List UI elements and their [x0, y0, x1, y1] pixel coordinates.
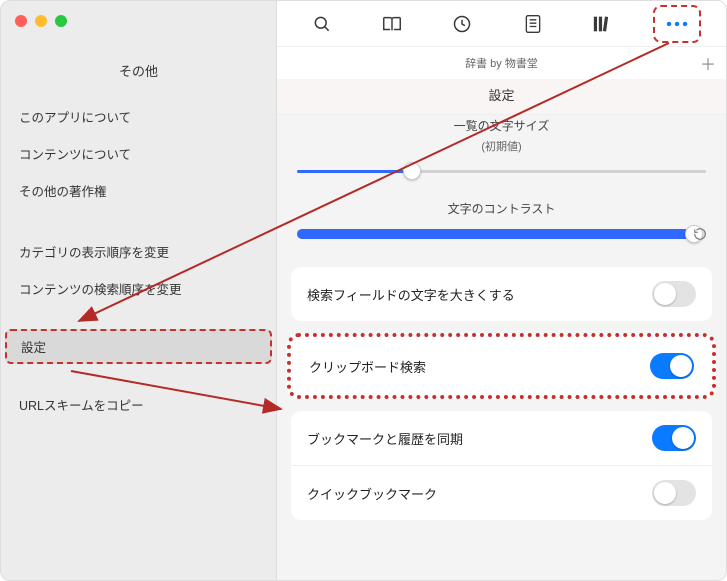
settings-scroll[interactable]: 一覧の文字サイズ (初期値) 文字のコントラスト [277, 115, 726, 580]
app-title-bar: 辞書 by 物書堂 ＋ [277, 47, 726, 79]
row-label-enlarge-search: 検索フィールドの文字を大きくする [307, 285, 515, 304]
window-controls [1, 1, 276, 47]
contrast-label: 文字のコントラスト [277, 200, 726, 217]
sidebar-item-copyright[interactable]: その他の著作権 [1, 172, 276, 209]
sidebar-item-url-scheme[interactable]: URLスキームをコピー [1, 386, 276, 423]
row-label-sync: ブックマークと履歴を同期 [307, 429, 463, 448]
card-sync: ブックマークと履歴を同期 クイックブックマーク [291, 411, 712, 520]
toolbar [277, 1, 726, 47]
app-title: 辞書 by 物書堂 [465, 58, 538, 70]
toggle-sync[interactable] [652, 425, 696, 451]
add-tab-button[interactable]: ＋ [700, 51, 716, 75]
search-icon[interactable] [302, 9, 342, 39]
note-icon[interactable] [513, 9, 553, 39]
sidebar-item-about-content[interactable]: コンテンツについて [1, 135, 276, 172]
sidebar-item-category-order[interactable]: カテゴリの表示順序を変更 [1, 233, 276, 270]
contrast-slider[interactable] [297, 227, 706, 241]
library-icon[interactable] [583, 9, 623, 39]
toggle-clipboard[interactable] [650, 353, 694, 379]
font-size-slider[interactable] [297, 164, 706, 178]
font-size-sublabel: (初期値) [277, 138, 726, 154]
sidebar-item-settings[interactable]: 設定 [5, 329, 272, 364]
zoom-window-button[interactable] [55, 15, 67, 27]
row-label-quick-bookmark: クイックブックマーク [307, 484, 437, 503]
annotation-more-highlight [653, 5, 701, 43]
annotation-clipboard-highlight: クリップボード検索 [287, 333, 716, 399]
history-icon[interactable] [442, 9, 482, 39]
close-window-button[interactable] [15, 15, 27, 27]
content-pane: 辞書 by 物書堂 ＋ 設定 一覧の文字サイズ (初期値) 文字のコントラスト [277, 1, 726, 580]
more-icon[interactable] [657, 9, 697, 39]
bookmark-icon[interactable] [372, 9, 412, 39]
row-label-clipboard: クリップボード検索 [309, 357, 426, 376]
sidebar-item-search-order[interactable]: コンテンツの検索順序を変更 [1, 270, 276, 307]
sidebar: その他 このアプリについて コンテンツについて その他の著作権 カテゴリの表示順… [1, 1, 277, 580]
toggle-enlarge-search[interactable] [652, 281, 696, 307]
font-size-label: 一覧の文字サイズ [277, 117, 726, 134]
section-title: 設定 [277, 79, 726, 115]
minimize-window-button[interactable] [35, 15, 47, 27]
toggle-quick-bookmark[interactable] [652, 480, 696, 506]
card-enlarge-search: 検索フィールドの文字を大きくする [291, 267, 712, 321]
sidebar-group-order: カテゴリの表示順序を変更 コンテンツの検索順序を変更 [1, 233, 276, 307]
sidebar-group-url: URLスキームをコピー [1, 386, 276, 423]
contrast-reset-icon[interactable] [692, 226, 708, 242]
sidebar-group-about: このアプリについて コンテンツについて その他の著作権 [1, 98, 276, 209]
sidebar-item-about-app[interactable]: このアプリについて [1, 98, 276, 135]
sidebar-title: その他 [1, 47, 276, 98]
sidebar-group-settings: 設定 [1, 331, 276, 362]
